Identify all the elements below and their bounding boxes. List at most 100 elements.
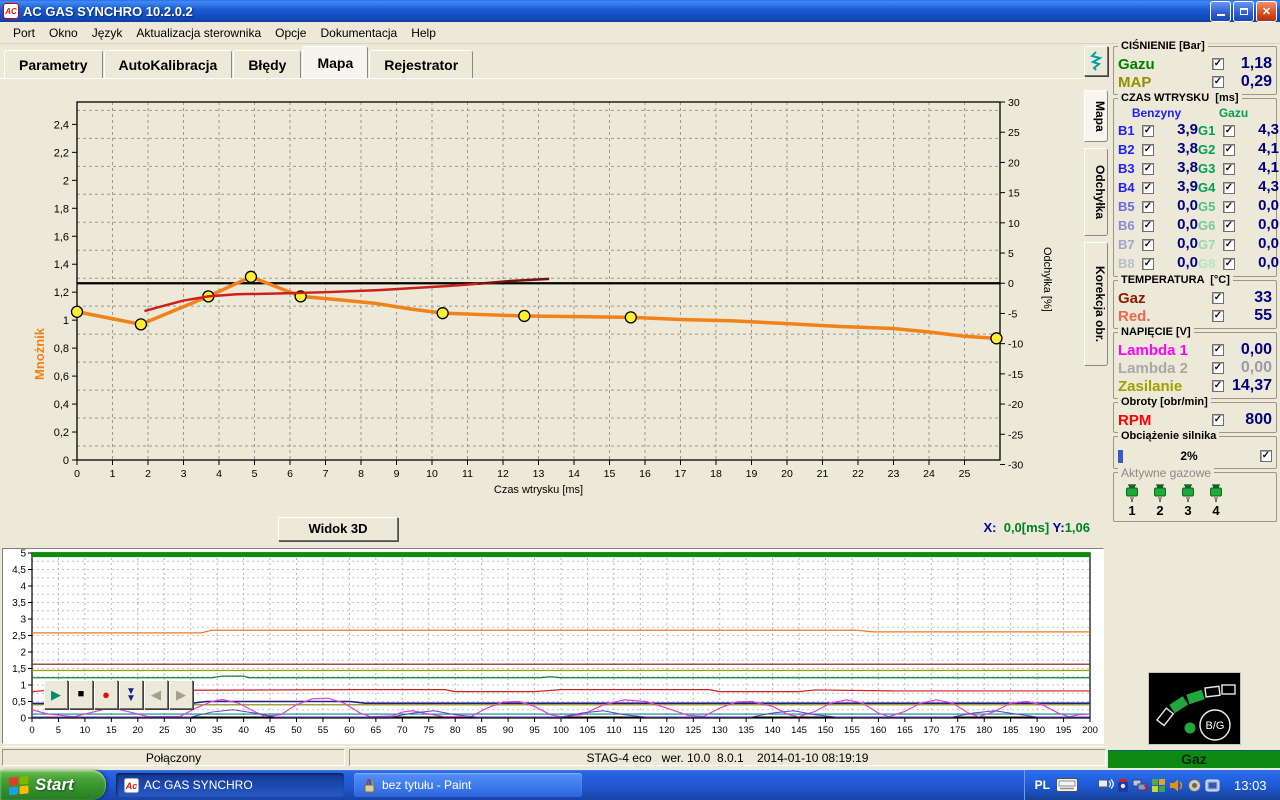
petrol-injector-checkbox[interactable]: ✓ — [1142, 219, 1154, 232]
gas-injector-checkbox[interactable]: ✓ — [1223, 162, 1235, 175]
gas-injector-checkbox[interactable]: ✓ — [1223, 219, 1235, 232]
gas-injector-label: G8 — [1198, 256, 1216, 271]
temperature-checkbox[interactable]: ✓ — [1212, 292, 1224, 304]
pressure-checkbox[interactable]: ✓ — [1212, 76, 1224, 88]
menu-bar: Port Okno Język Aktualizacja sterownika Opcj… — [0, 22, 1280, 44]
temperature-group: TEMPERATURA [°C] Gaz ✓ 33 Red. ✓ 55 — [1113, 274, 1277, 329]
petrol-injector-label: B7 — [1118, 237, 1135, 252]
svg-text:60: 60 — [344, 725, 355, 736]
start-button[interactable]: Start — [0, 770, 106, 800]
gas-injector-checkbox[interactable]: ✓ — [1223, 238, 1235, 251]
connection-tool-button[interactable] — [1084, 46, 1108, 76]
svg-text:22: 22 — [852, 468, 864, 480]
view-3d-button[interactable]: Widok 3D — [278, 517, 398, 541]
tab-mapa[interactable]: Mapa — [302, 46, 369, 78]
svg-text:2: 2 — [20, 648, 26, 659]
petrol-injection-time: 0,0 — [1177, 216, 1198, 233]
volume-icon[interactable] — [1169, 778, 1184, 793]
active-injectors-title: Aktywne gazowe — [1118, 466, 1215, 480]
svg-text:0,4: 0,4 — [54, 399, 69, 411]
svg-text:3,5: 3,5 — [12, 598, 26, 609]
svg-text:20: 20 — [133, 725, 144, 736]
rpm-checkbox[interactable]: ✓ — [1212, 414, 1224, 426]
tab-błędy[interactable]: Błędy — [233, 50, 302, 78]
temperature-title: TEMPERATURA [°C] — [1118, 274, 1233, 286]
keyboard-icon[interactable] — [1056, 778, 1078, 792]
petrol-injector-label: B3 — [1118, 161, 1135, 176]
petrol-injector-checkbox[interactable]: ✓ — [1142, 162, 1154, 175]
scope-prev-button[interactable]: ◀ — [144, 680, 168, 709]
minimize-icon — [1216, 13, 1225, 16]
scope-next-button[interactable]: ▶ — [169, 680, 193, 709]
tab-parametry[interactable]: Parametry — [4, 50, 103, 78]
gas-injector-checkbox[interactable]: ✓ — [1223, 124, 1235, 137]
petrol-injector-checkbox[interactable]: ✓ — [1142, 124, 1154, 137]
gas-injector-label: G5 — [1198, 199, 1216, 214]
mouse-settings-icon[interactable] — [1187, 778, 1202, 793]
petrol-injector-label: B8 — [1118, 256, 1135, 271]
menu-item-aktualizacja-sterownika[interactable]: Aktualizacja sterownika — [129, 24, 268, 42]
battery-icon[interactable] — [1117, 778, 1129, 793]
scope-chart[interactable]: 00,511,522,533,544,550 5 10 15 20 25 30 35 40 45 5… — [4, 547, 1104, 745]
voltage-title: NAPIĘCIE [V] — [1118, 326, 1194, 338]
svg-text:16: 16 — [639, 468, 651, 480]
side-tab-odchyłka[interactable]: Odchyłka — [1084, 148, 1108, 236]
map-point[interactable] — [624, 311, 637, 324]
scope-stop-button[interactable]: ■ — [69, 680, 93, 709]
scope-expand-button[interactable]: ▼ ▼ — [119, 680, 143, 709]
scope-record-button[interactable]: ● — [94, 680, 118, 709]
petrol-injector-checkbox[interactable]: ✓ — [1142, 257, 1154, 270]
gas-injector-checkbox[interactable]: ✓ — [1223, 181, 1235, 194]
map-chart[interactable]: 00,20,40,60,811,21,41,61,822,22,40 1 2 3 4 5 6… — [30, 92, 1090, 512]
task-ac-gas-synchro[interactable]: Ac AC GAS SYNCHRO — [116, 773, 344, 797]
gas-injector-checkbox[interactable]: ✓ — [1223, 143, 1235, 156]
petrol-injector-checkbox[interactable]: ✓ — [1142, 200, 1154, 213]
map-point[interactable] — [134, 318, 148, 331]
pressure-title: CIŚNIENIE [Bar] — [1118, 40, 1208, 52]
svg-text:75: 75 — [423, 725, 434, 736]
menu-item-dokumentacja[interactable]: Dokumentacja — [313, 24, 404, 42]
menu-item-help[interactable]: Help — [404, 24, 443, 42]
scope-play-button[interactable]: ▶ — [44, 680, 68, 709]
map-point[interactable] — [436, 307, 449, 320]
gas-injector-checkbox[interactable]: ✓ — [1223, 200, 1235, 213]
petrol-injector-checkbox[interactable]: ✓ — [1142, 238, 1154, 251]
network-error-icon[interactable]: ✕ — [1132, 778, 1148, 793]
network-signal-icon[interactable] — [1098, 778, 1114, 793]
menu-item-okno[interactable]: Okno — [42, 24, 85, 42]
menu-item-port[interactable]: Port — [6, 24, 42, 42]
petrol-injector-checkbox[interactable]: ✓ — [1142, 143, 1154, 156]
fuel-mode-bar[interactable]: Gaz — [1108, 750, 1280, 768]
petrol-injector-checkbox[interactable]: ✓ — [1142, 181, 1154, 194]
language-indicator[interactable]: PL — [1035, 778, 1050, 792]
map-point[interactable] — [70, 305, 84, 318]
side-tab-mapa[interactable]: Mapa — [1084, 90, 1108, 142]
svg-text:20: 20 — [781, 468, 793, 480]
tab-autokalibracja[interactable]: AutoKalibracja — [103, 50, 233, 78]
voltage-checkbox[interactable]: ✓ — [1212, 380, 1224, 392]
svg-text:1: 1 — [110, 468, 116, 480]
menu-item-opcje[interactable]: Opcje — [268, 24, 313, 42]
menu-item-język[interactable]: Język — [85, 24, 130, 42]
engine-load-checkbox[interactable]: ✓ — [1260, 450, 1272, 462]
restore-button[interactable] — [1233, 0, 1254, 22]
pressure-checkbox[interactable]: ✓ — [1212, 58, 1224, 70]
svg-text:70: 70 — [397, 725, 408, 736]
map-point[interactable] — [990, 332, 1003, 345]
taskbar-clock[interactable]: 13:03 — [1234, 778, 1274, 793]
pressure-row: MAP ✓ 0,29 — [1118, 73, 1272, 91]
task-paint[interactable]: bez tytułu - Paint — [354, 773, 582, 797]
gas-injector-checkbox[interactable]: ✓ — [1223, 257, 1235, 270]
voltage-checkbox[interactable]: ✓ — [1212, 344, 1224, 356]
tab-rejestrator[interactable]: Rejestrator — [369, 50, 474, 78]
map-point[interactable] — [244, 270, 258, 283]
close-button[interactable]: ✕ — [1256, 0, 1277, 22]
updates-icon[interactable] — [1151, 778, 1166, 793]
minimize-button[interactable] — [1210, 0, 1231, 22]
side-tab-korekcja-obr[interactable]: Korekcja obr. — [1084, 242, 1108, 366]
map-point[interactable] — [518, 309, 531, 323]
display-settings-icon[interactable] — [1205, 778, 1220, 793]
temperature-checkbox[interactable]: ✓ — [1212, 310, 1224, 322]
injector-icon — [1210, 484, 1222, 502]
voltage-checkbox[interactable]: ✓ — [1212, 362, 1224, 374]
